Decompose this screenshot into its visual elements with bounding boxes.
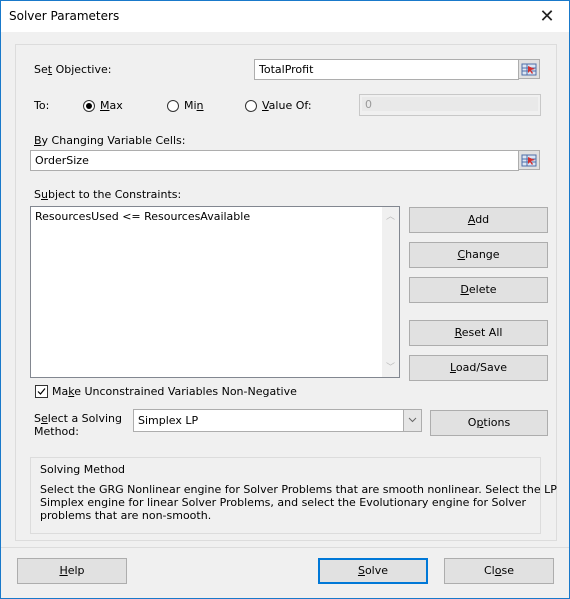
objective-input[interactable]: TotalProfit [254, 59, 519, 80]
change-button[interactable]: Change [409, 242, 548, 268]
changing-cells-ref-button[interactable] [518, 150, 540, 170]
dialog-title: Solver Parameters [9, 9, 120, 23]
nonnegative-checkbox-box[interactable] [35, 385, 48, 398]
solving-method-group: Solving Method Select the GRG Nonlinear … [30, 457, 557, 534]
solve-button[interactable]: Solve [318, 558, 428, 584]
solving-method-value: Simplex LP [138, 414, 199, 427]
solving-method-group-title: Solving Method [40, 463, 126, 476]
value-of-input[interactable]: 0 [359, 94, 541, 116]
changing-cells-input[interactable]: OrderSize [30, 150, 519, 171]
checkmark-icon [37, 388, 46, 395]
help-button[interactable]: Help [17, 558, 127, 584]
radio-value-of-indicator[interactable] [245, 100, 257, 112]
nonnegative-label: Make Unconstrained Variables Non-Negativ… [52, 385, 297, 398]
load-save-button[interactable]: Load/Save [409, 355, 548, 381]
constraints-label: Subject to the Constraints: [34, 188, 182, 201]
radio-min-indicator[interactable] [167, 100, 179, 112]
radio-max-indicator[interactable] [83, 100, 95, 112]
options-button[interactable]: Options [430, 410, 548, 436]
constraints-scrollbar[interactable]: ︿ ﹀ [382, 207, 399, 377]
objective-value: TotalProfit [259, 63, 314, 76]
constraints-list[interactable]: ResourcesUsed <= ResourcesAvailable ︿ ﹀ [30, 206, 400, 378]
delete-button[interactable]: Delete [409, 277, 548, 303]
changing-cells-label: By Changing Variable Cells: [34, 134, 186, 147]
solving-method-label: Select a Solving Method: [34, 412, 122, 438]
scroll-down-icon[interactable]: ﹀ [386, 360, 395, 373]
radio-value-of-label: Value Of: [262, 99, 312, 112]
scroll-up-icon[interactable]: ︿ [386, 209, 395, 222]
range-select-icon [521, 63, 537, 76]
separator [1, 547, 569, 548]
title-bar: Solver Parameters ✕ [1, 1, 569, 32]
close-icon[interactable]: ✕ [529, 3, 565, 31]
solving-method-description: Select the GRG Nonlinear engine for Solv… [40, 483, 557, 522]
description-line: Select the GRG Nonlinear engine for Solv… [40, 483, 557, 496]
chevron-down-icon [408, 417, 417, 423]
radio-max-label: Max [100, 99, 123, 112]
radio-min-label: Min [184, 99, 204, 112]
description-line: problems that are non-smooth. [40, 509, 212, 522]
solver-parameters-dialog: Solver Parameters ✕ Set Objective: Total… [0, 0, 570, 599]
reset-all-button[interactable]: Reset All [409, 320, 548, 346]
constraint-item[interactable]: ResourcesUsed <= ResourcesAvailable [35, 210, 250, 223]
to-label: To: [34, 99, 50, 112]
value-of-value: 0 [365, 98, 372, 111]
description-line: Simplex engine for linear Solver Problem… [40, 496, 527, 509]
add-button[interactable]: Add [409, 207, 548, 233]
range-select-icon [521, 154, 537, 167]
solving-method-select[interactable]: Simplex LP [133, 409, 422, 432]
dropdown-arrow[interactable] [403, 410, 421, 431]
objective-ref-button[interactable] [518, 59, 540, 79]
set-objective-label: Set Objective: [34, 63, 112, 76]
close-button[interactable]: Close [444, 558, 554, 584]
changing-cells-value: OrderSize [35, 154, 89, 167]
